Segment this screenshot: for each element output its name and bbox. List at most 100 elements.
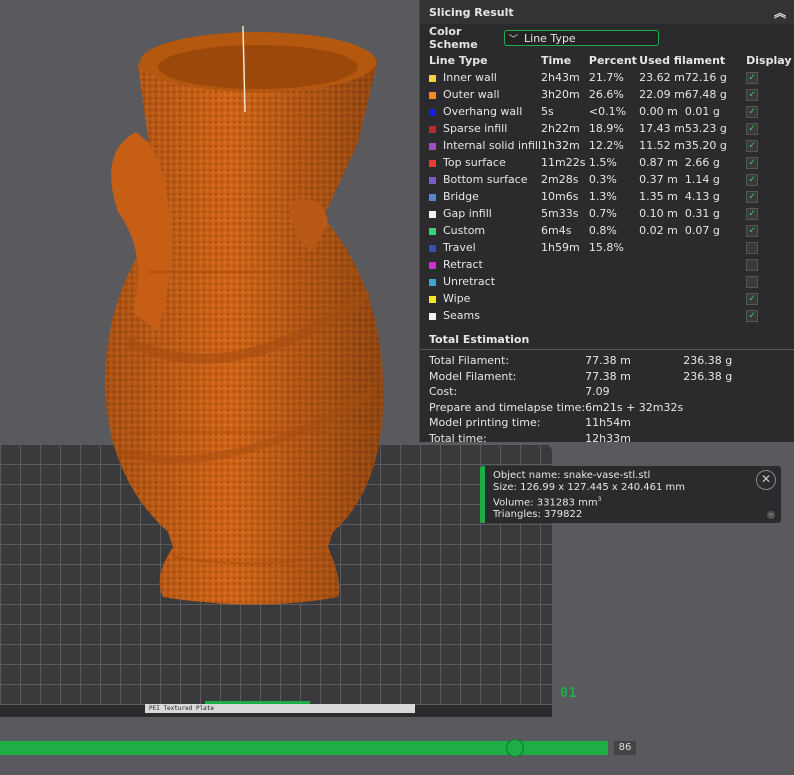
checkbox-icon[interactable] [746,242,759,254]
line-type-time: 11m22s [541,156,586,169]
display-toggle[interactable]: ✓ [738,69,794,86]
total-key: Total time: [429,431,487,445]
line-type-time: 5m33s [541,207,579,220]
line-type-grams: 2.66 g [684,156,720,169]
total-row: Model printing time: 11h54m [429,415,732,431]
total-key: Prepare and timelapse time: [429,400,586,414]
total-row: Total time: 12h33m [429,431,732,447]
line-type-grams: 0.31 g [684,207,720,220]
col-display: Display [746,54,792,67]
checkbox-icon[interactable]: ✓ [746,106,759,118]
checkbox-icon[interactable]: ✓ [746,191,759,203]
total-value: 77.38 m [585,354,631,368]
line-type-time [541,273,589,290]
line-type-percent [589,290,639,307]
color-scheme-value: Line Type [524,31,576,45]
line-type-length: 0.87 m [639,156,678,169]
color-scheme-row: Color Scheme ﹀ Line Type [420,24,794,52]
line-type-grams: 4.13 g [684,190,720,203]
line-type-percent: 0.8% [588,224,617,237]
line-type-name: Unretract [429,273,541,290]
line-type-name: Bottom surface [429,171,541,188]
display-toggle[interactable]: ✓ [738,171,794,188]
line-type-row: Custom 6m4s 0.8% 0.02 m 0.07 g ✓ [429,222,794,239]
line-type-time: 2h22m [541,122,580,135]
display-toggle[interactable]: ✓ [738,120,794,137]
line-type-percent: 0.3% [588,173,617,186]
collapse-chevron-icon[interactable]: ︽ [774,4,786,21]
display-toggle[interactable]: ✓ [738,137,794,154]
checkbox-icon[interactable]: ✓ [746,225,759,237]
line-type-row: Inner wall 2h43m 21.7% 23.62 m 72.16 g ✓ [429,69,794,86]
display-toggle[interactable]: ✓ [738,290,794,307]
vase-model[interactable] [88,12,418,612]
line-type-time: 10m6s [541,190,579,203]
line-type-length [639,273,685,290]
line-type-time: 1h32m [541,139,580,152]
line-type-name: Bridge [429,188,541,205]
checkbox-icon[interactable]: ✓ [746,293,759,305]
line-type-row: Wipe ✓ [429,290,794,307]
color-swatch [429,142,436,150]
checkbox-icon[interactable]: ✓ [746,174,759,186]
line-type-grams [685,273,738,290]
total-value-2: 236.38 g [683,369,733,383]
line-type-row: Outer wall 3h20m 26.6% 22.09 m 67.48 g ✓ [429,86,794,103]
line-type-grams: 0.01 g [684,105,720,118]
line-type-row: Overhang wall 5s <0.1% 0.00 m 0.01 g ✓ [429,103,794,120]
line-type-length: 0.00 m [639,105,678,118]
line-type-percent: 21.7% [588,71,624,84]
object-info-card: Object name: snake-vase-stl.stl Size: 12… [480,466,781,523]
display-toggle[interactable]: ✓ [738,222,794,239]
color-swatch [429,108,436,116]
line-type-name: Gap infill [429,205,541,222]
total-row: Prepare and timelapse time: 6m21s + 32m32… [429,400,732,416]
color-scheme-label: Color Scheme [429,25,478,51]
line-type-time [541,256,589,273]
display-toggle[interactable]: ✓ [738,307,794,324]
plate-number[interactable]: 01 [560,686,578,701]
display-toggle[interactable]: ✓ [738,154,794,171]
line-type-percent: 1.3% [588,190,617,203]
line-type-row: Top surface 11m22s 1.5% 0.87 m 2.66 g ✓ [429,154,794,171]
line-type-row: Travel 1h59m 15.8% [429,239,794,256]
close-icon[interactable]: ✕ [756,470,776,490]
color-swatch [429,125,436,133]
display-toggle[interactable] [738,256,794,273]
line-type-percent: 1.5% [588,156,617,169]
checkbox-icon[interactable]: ✓ [746,310,759,322]
totals-table: Total Filament: 77.38 m 236.38 g Model Fila… [429,353,732,446]
checkbox-icon[interactable]: ✓ [746,72,759,84]
checkbox-icon[interactable]: ✓ [746,208,759,220]
checkbox-icon[interactable]: ✓ [746,89,759,101]
display-toggle[interactable]: ✓ [738,188,794,205]
display-toggle[interactable] [738,273,794,290]
total-row: Total Filament: 77.38 m 236.38 g [429,353,732,369]
color-swatch [429,193,436,201]
panel-title: Slicing Result [429,5,514,19]
total-key: Model printing time: [429,416,541,430]
checkbox-icon[interactable] [746,259,759,271]
checkbox-icon[interactable]: ✓ [746,123,759,135]
display-toggle[interactable] [738,239,794,256]
checkbox-icon[interactable] [746,276,759,288]
line-type-name: Custom [429,222,541,239]
checkbox-icon[interactable]: ✓ [746,140,759,152]
line-type-time: 5s [541,105,554,118]
table-header: Line Type Time Percent Used filament Dis… [429,52,794,69]
layer-slider-handle[interactable] [506,739,524,757]
minimize-icon[interactable]: – [767,511,775,519]
line-type-row: Internal solid infill 1h32m 12.2% 11.52 m 35… [429,137,794,154]
line-type-grams [685,290,738,307]
line-type-row: Sparse infill 2h22m 18.9% 17.43 m 53.23 g ✓ [429,120,794,137]
display-toggle[interactable]: ✓ [738,86,794,103]
checkbox-icon[interactable]: ✓ [746,157,759,169]
total-value: 12h33m [585,431,631,445]
display-toggle[interactable]: ✓ [738,103,794,120]
display-toggle[interactable]: ✓ [738,205,794,222]
color-scheme-dropdown[interactable]: ﹀ Line Type [504,30,659,46]
line-type-length: 1.35 m [639,190,678,203]
line-type-time [541,290,589,307]
layer-slider-value: 86 [614,741,636,755]
line-type-time [541,307,589,324]
